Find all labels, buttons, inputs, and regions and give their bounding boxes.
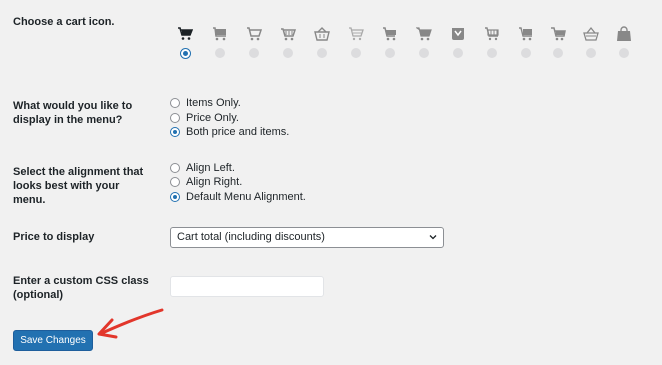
display-label: What would you like to display in the me… <box>13 100 133 126</box>
display-option-price[interactable]: Price Only. <box>170 111 239 125</box>
chevron-down-icon <box>429 235 437 240</box>
alignment-option-label: Default Menu Alignment. <box>186 191 306 203</box>
basket-round-icon <box>583 26 599 42</box>
display-option-label: Price Only. <box>186 112 239 124</box>
alignment-radio[interactable] <box>170 177 180 187</box>
cart-icon-radio[interactable] <box>586 48 596 58</box>
alignment-option-right[interactable]: Align Right. <box>170 175 242 189</box>
css-class-input[interactable] <box>170 276 324 297</box>
cart-icon-label: Choose a cart icon. <box>13 16 115 28</box>
cart-icon-option[interactable] <box>346 26 366 60</box>
cart-icon-option[interactable] <box>244 26 264 60</box>
cart-trolley-icon <box>550 26 566 42</box>
cart-icon-option[interactable] <box>448 26 468 60</box>
shopping-bag-v-icon <box>450 26 466 42</box>
cart-icon-option[interactable] <box>548 26 568 60</box>
cart-icon-option[interactable] <box>175 26 195 60</box>
cart-icon-option[interactable] <box>516 26 536 60</box>
cart-wire-icon <box>348 26 364 42</box>
cart-icon-radio[interactable] <box>453 48 463 58</box>
cart-solid-icon <box>177 26 193 42</box>
alignment-option-left[interactable]: Align Left. <box>170 161 235 175</box>
cart-icon-radio[interactable] <box>521 48 531 58</box>
cart-icon-radio[interactable] <box>351 48 361 58</box>
cart-box-icon <box>518 26 534 42</box>
cart-icon-radio[interactable] <box>419 48 429 58</box>
cart-icon-radio[interactable] <box>317 48 327 58</box>
cart-icon-option[interactable] <box>581 26 601 60</box>
alignment-radio[interactable] <box>170 192 180 202</box>
display-radio[interactable] <box>170 127 180 137</box>
cart-icon-option[interactable] <box>278 26 298 60</box>
display-option-both[interactable]: Both price and items. <box>170 125 289 139</box>
cart-icon-option[interactable] <box>414 26 434 60</box>
alignment-option-label: Align Left. <box>186 162 235 174</box>
cart-icon-option[interactable] <box>380 26 400 60</box>
cart-icon-radio[interactable] <box>249 48 259 58</box>
cart-solid-alt-icon <box>416 26 432 42</box>
cart-icon-radio[interactable] <box>619 48 629 58</box>
cart-icon-radio[interactable] <box>553 48 563 58</box>
cart-outline-icon <box>246 26 262 42</box>
cart-icon-radio[interactable] <box>179 48 191 59</box>
display-radio[interactable] <box>170 98 180 108</box>
cart-icon-option[interactable] <box>482 26 502 60</box>
basket-handle-icon <box>314 26 330 42</box>
price-select[interactable]: Cart total (including discounts) <box>170 227 444 248</box>
cart-icon-option[interactable] <box>614 26 634 60</box>
cart-flat-icon <box>212 26 228 42</box>
price-select-value: Cart total (including discounts) <box>177 231 325 243</box>
css-class-label: Enter a custom CSS class (optional) <box>13 275 149 301</box>
cart-icon-radio[interactable] <box>385 48 395 58</box>
cart-icon-radio[interactable] <box>487 48 497 58</box>
display-option-label: Items Only. <box>186 97 241 109</box>
cart-flat-alt-icon <box>382 26 398 42</box>
cart-icon-option[interactable] <box>210 26 230 60</box>
alignment-label: Select the alignment that looks best wit… <box>13 166 144 206</box>
alignment-option-default[interactable]: Default Menu Alignment. <box>170 190 306 204</box>
cart-grid-icon <box>484 26 500 42</box>
cart-icon-option[interactable] <box>312 26 332 60</box>
shopping-bag-icon <box>616 26 632 42</box>
save-changes-button[interactable]: Save Changes <box>13 330 93 351</box>
display-option-label: Both price and items. <box>186 126 290 138</box>
cart-icon-radio[interactable] <box>283 48 293 58</box>
display-option-items[interactable]: Items Only. <box>170 96 241 110</box>
alignment-option-label: Align Right. <box>186 176 243 188</box>
alignment-radio[interactable] <box>170 163 180 173</box>
cart-icon-radio[interactable] <box>215 48 225 58</box>
display-radio[interactable] <box>170 113 180 123</box>
annotation-arrow-icon <box>97 308 164 339</box>
cart-basket-icon <box>280 26 296 42</box>
price-label: Price to display <box>13 231 95 243</box>
